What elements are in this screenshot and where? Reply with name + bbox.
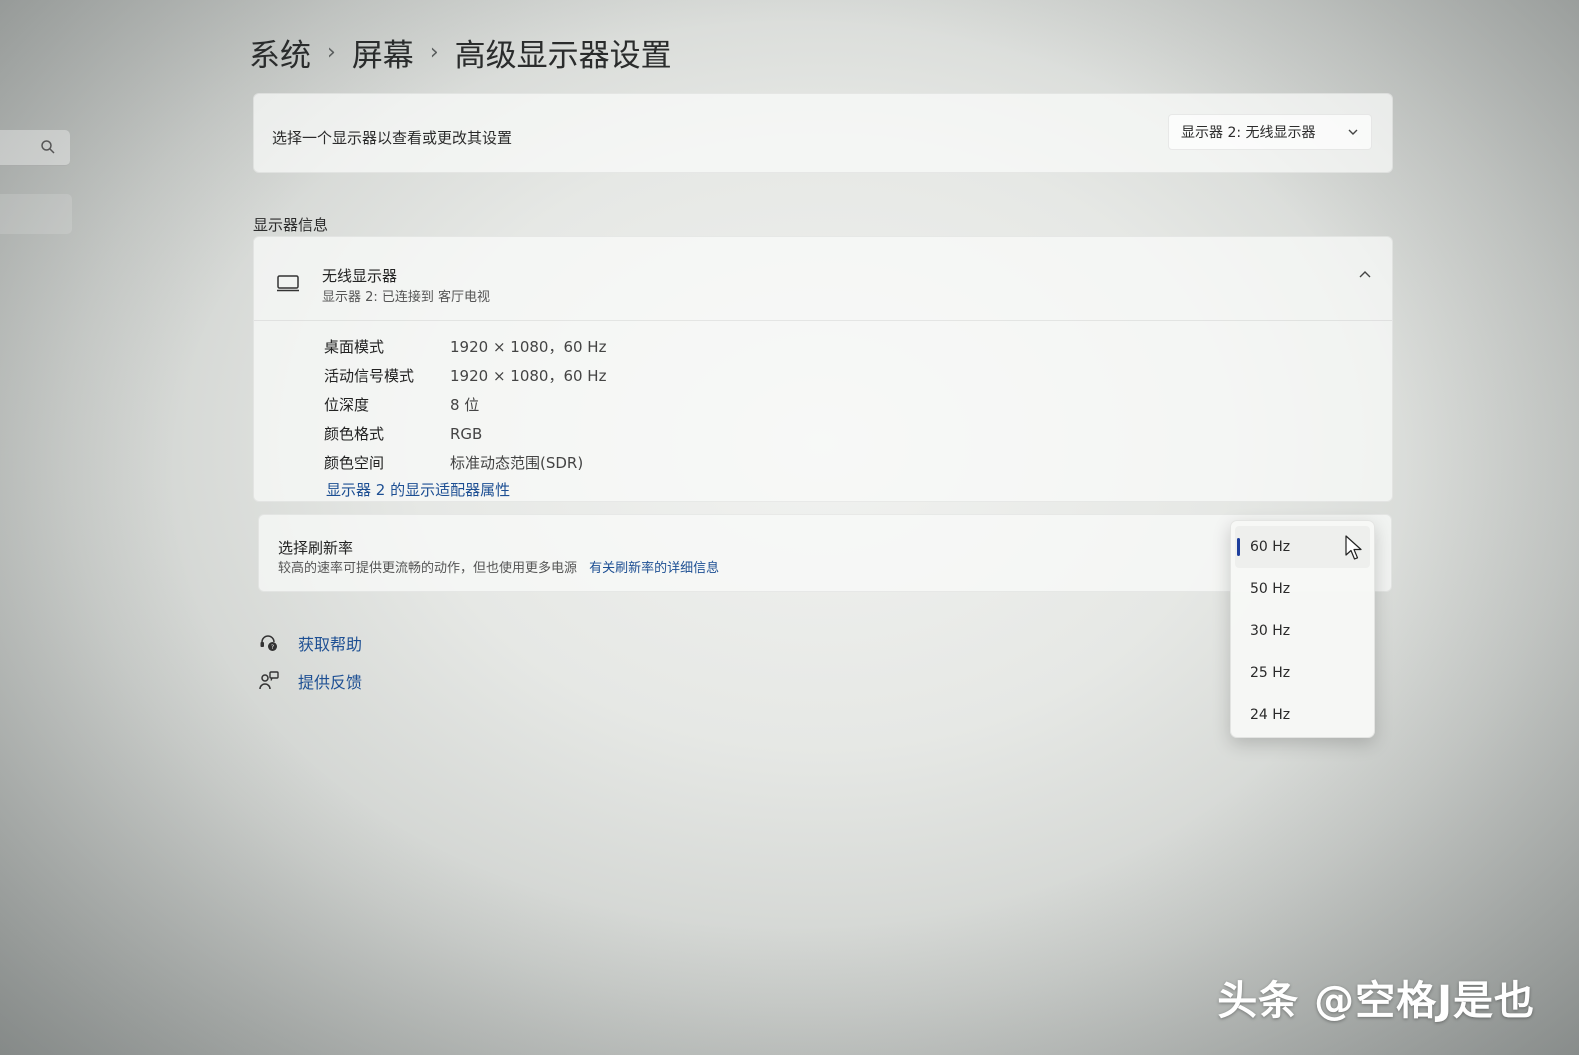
breadcrumb: 系统 › 屏幕 › 高级显示器设置 <box>249 30 672 74</box>
spec-row: 桌面模式 1920 × 1080，60 Hz <box>324 332 606 361</box>
spec-value: RGB <box>450 424 483 443</box>
refresh-rate-description-row: 较高的速率可提供更流畅的动作，但也使用更多电源 有关刷新率的详细信息 <box>278 557 719 576</box>
spec-value: 1920 × 1080，60 Hz <box>450 367 607 385</box>
spec-row: 颜色空间 标准动态范围(SDR) <box>324 448 606 477</box>
refresh-option-25hz[interactable]: 25 Hz <box>1235 652 1370 694</box>
display-dropdown[interactable]: 显示器 2: 无线显示器 <box>1168 114 1372 150</box>
feedback-icon <box>259 671 279 690</box>
display-connection-status: 显示器 2: 已连接到 客厅电视 <box>322 290 491 305</box>
search-icon[interactable] <box>40 139 56 155</box>
display-name: 无线显示器 <box>322 267 398 285</box>
monitor-icon <box>277 275 299 292</box>
svg-text:?: ? <box>271 643 274 651</box>
section-title-display-info: 显示器信息 <box>253 216 329 234</box>
display-select-card: 选择一个显示器以查看或更改其设置 显示器 2: 无线显示器 <box>253 93 1393 173</box>
spec-row: 活动信号模式 1920 × 1080，60 Hz <box>324 361 606 390</box>
refresh-rate-card: 选择刷新率 较高的速率可提供更流畅的动作，但也使用更多电源 有关刷新率的详细信息 <box>258 514 1392 592</box>
spec-value: 标准动态范围(SDR) <box>450 454 584 472</box>
display-select-label: 选择一个显示器以查看或更改其设置 <box>272 129 513 147</box>
display-spec-table: 桌面模式 1920 × 1080，60 Hz 活动信号模式 1920 × 108… <box>324 332 606 477</box>
sidebar-nav-item[interactable] <box>0 194 72 234</box>
display-adapter-properties-link[interactable]: 显示器 2 的显示适配器属性 <box>326 479 510 500</box>
breadcrumb-display[interactable]: 屏幕 <box>352 30 414 75</box>
refresh-rate-description: 较高的速率可提供更流畅的动作，但也使用更多电源 <box>278 561 578 576</box>
spec-key: 桌面模式 <box>324 338 385 356</box>
get-help-link[interactable]: ? 获取帮助 <box>258 631 362 655</box>
watermark: 头条 @空格J是也 <box>1217 978 1535 1024</box>
refresh-option-30hz[interactable]: 30 Hz <box>1235 610 1370 652</box>
refresh-rate-info-link[interactable]: 有关刷新率的详细信息 <box>589 561 719 576</box>
help-icon: ? <box>260 635 277 651</box>
get-help-label: 获取帮助 <box>298 635 363 654</box>
give-feedback-label: 提供反馈 <box>298 673 363 692</box>
chevron-down-icon <box>1348 129 1358 135</box>
breadcrumb-separator: › <box>429 39 439 65</box>
spec-row: 位深度 8 位 <box>324 390 606 419</box>
spec-value: 1920 × 1080，60 Hz <box>450 338 607 356</box>
spec-key: 颜色格式 <box>324 425 385 443</box>
spec-key: 活动信号模式 <box>324 367 415 385</box>
refresh-rate-title: 选择刷新率 <box>278 539 354 557</box>
spec-key: 颜色空间 <box>324 454 385 472</box>
give-feedback-link[interactable]: 提供反馈 <box>258 669 362 693</box>
display-dropdown-value: 显示器 2: 无线显示器 <box>1181 125 1316 141</box>
mouse-cursor-icon <box>1345 535 1362 560</box>
chevron-up-icon[interactable] <box>1358 267 1372 281</box>
sidebar-search-box[interactable] <box>0 130 70 166</box>
spec-key: 位深度 <box>324 396 370 414</box>
refresh-option-50hz[interactable]: 50 Hz <box>1235 568 1370 610</box>
breadcrumb-separator: › <box>327 39 336 65</box>
display-info-card: 无线显示器 显示器 2: 已连接到 客厅电视 桌面模式 1920 × 1080，… <box>253 236 1393 502</box>
spec-value: 8 位 <box>450 396 480 414</box>
page-title: 高级显示器设置 <box>454 37 672 74</box>
breadcrumb-system[interactable]: 系统 <box>249 30 311 75</box>
refresh-option-24hz[interactable]: 24 Hz <box>1235 694 1370 736</box>
display-info-header[interactable]: 无线显示器 显示器 2: 已连接到 客厅电视 <box>254 237 1392 321</box>
spec-row: 颜色格式 RGB <box>324 419 606 448</box>
